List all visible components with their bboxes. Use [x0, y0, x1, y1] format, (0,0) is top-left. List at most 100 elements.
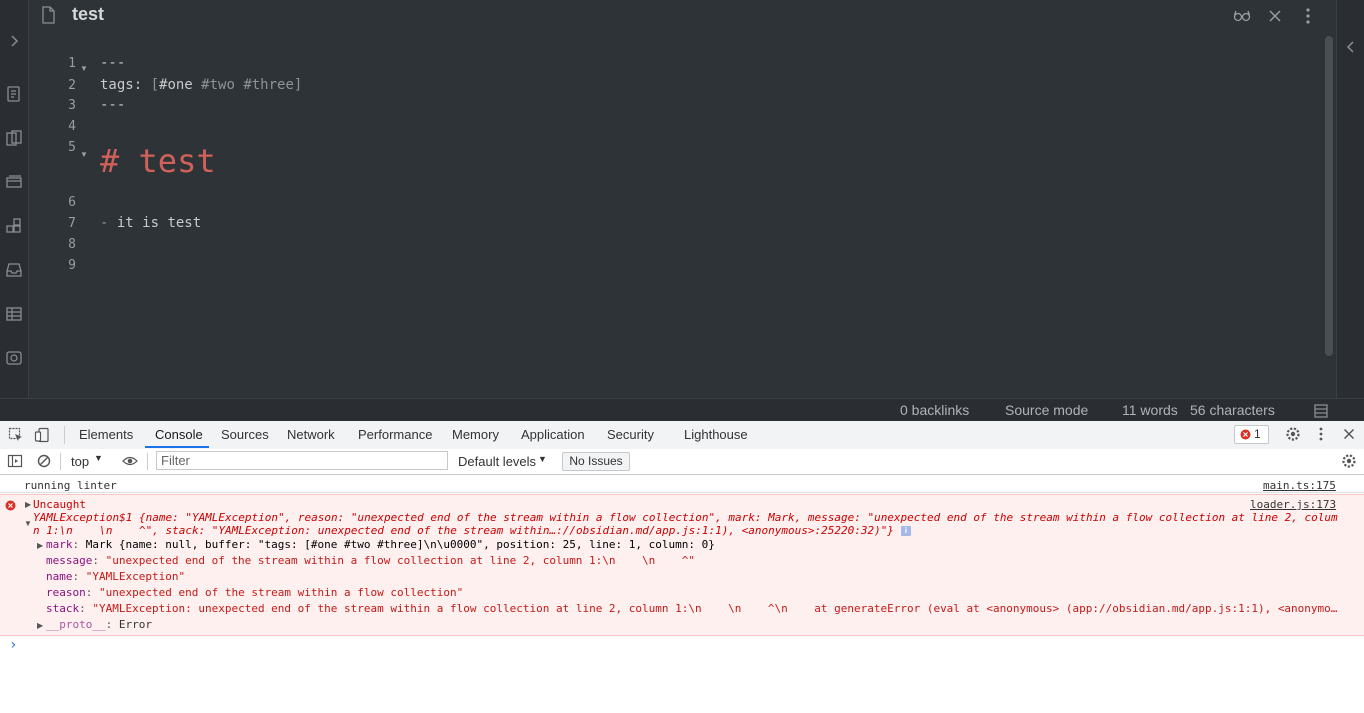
tab-performance[interactable]: Performance — [358, 427, 432, 442]
line-number: 3 — [68, 98, 76, 113]
expand-arrow-icon[interactable]: ▶ — [25, 500, 31, 509]
file-icon — [38, 5, 58, 25]
prop-message: message: "unexpected end of the stream w… — [46, 554, 696, 567]
tab-elements[interactable]: Elements — [79, 427, 133, 442]
editor-pane[interactable] — [29, 0, 1335, 398]
error-header: Uncaught — [33, 498, 86, 511]
reading-view-icon[interactable] — [1232, 6, 1252, 26]
note-title: test — [72, 4, 105, 24]
bullet-text: it is test — [108, 215, 202, 231]
editor-scrollbar[interactable] — [1325, 36, 1333, 356]
prop-value: "unexpected end of the stream within a f… — [105, 554, 696, 567]
tag-three: #three — [234, 77, 294, 93]
prop-key: reason — [46, 586, 86, 599]
settings-gear-icon[interactable] — [1285, 426, 1301, 442]
bracket: [ — [150, 77, 160, 93]
expand-sidebar-icon[interactable] — [5, 32, 23, 50]
prop-value: "YAMLException" — [85, 570, 186, 583]
context-selector[interactable]: top — [71, 454, 89, 469]
tags-key: tags: — [100, 77, 151, 93]
prop-name: name: "YAMLException" — [46, 570, 186, 583]
open-file-icon[interactable] — [5, 85, 23, 103]
status-bar: 0 backlinks Source mode 11 words 56 char… — [0, 398, 1364, 422]
sidebar-toggle-icon[interactable] — [7, 453, 23, 469]
tag-two: #two — [192, 77, 235, 93]
frontmatter-delimiter: --- — [100, 55, 126, 71]
inspect-element-icon[interactable] — [8, 427, 24, 443]
device-toolbar-icon[interactable] — [34, 427, 50, 443]
log-levels-dropdown[interactable]: Default levels — [458, 454, 536, 469]
line-number: 7 — [68, 216, 76, 231]
info-icon[interactable]: i — [901, 526, 911, 536]
filter-input[interactable]: Filter — [156, 451, 448, 470]
line-number: 5 — [68, 140, 76, 155]
tab-console[interactable]: Console — [155, 427, 203, 442]
expand-arrow-icon[interactable]: ▶ — [37, 621, 43, 630]
error-circle-icon — [5, 498, 16, 511]
log-source-link[interactable]: main.ts:175 — [1263, 479, 1336, 492]
tab-lighthouse[interactable]: Lighthouse — [684, 427, 748, 442]
frontmatter-delimiter: --- — [100, 97, 126, 113]
plugins-icon[interactable] — [5, 217, 23, 235]
chevron-down-icon[interactable]: ▼ — [94, 453, 103, 463]
line-number: 9 — [68, 258, 76, 273]
prop-key: stack — [46, 602, 80, 615]
layout-icon[interactable] — [1313, 403, 1329, 419]
line-number: 1 — [68, 56, 76, 71]
error-summary-line: n 1:\n \n ^", stack: "YAMLException: une… — [33, 524, 894, 537]
tag-one: #one — [159, 77, 193, 93]
clear-console-icon[interactable] — [36, 453, 52, 469]
chevron-down-icon[interactable]: ▼ — [538, 454, 547, 464]
console-prompt[interactable]: › — [9, 637, 17, 653]
fold-arrow-icon[interactable]: ▼ — [80, 64, 88, 73]
cards-icon[interactable] — [5, 173, 23, 191]
backlinks-count[interactable]: 0 backlinks — [900, 402, 969, 418]
bullet-line[interactable]: - it is test — [100, 215, 201, 231]
console-settings-gear-icon[interactable] — [1341, 453, 1357, 469]
console-log-message: running linter — [24, 479, 117, 492]
prop-stack: stack: "YAMLException: unexpected end of… — [46, 602, 1338, 615]
left-ribbon — [0, 0, 29, 398]
prop-value: "YAMLException: unexpected end of the st… — [92, 602, 1338, 615]
bracket: ] — [293, 77, 303, 93]
fold-arrow-icon[interactable]: ▼ — [80, 150, 88, 159]
tab-memory[interactable]: Memory — [452, 427, 499, 442]
prop-proto[interactable]: __proto__: Error — [46, 618, 152, 631]
prop-mark[interactable]: mark: Mark {name: null, buffer: "tags: [… — [46, 538, 715, 551]
tab-sources[interactable]: Sources — [221, 427, 269, 442]
heading-line[interactable]: # test — [100, 142, 216, 180]
terminal-icon[interactable] — [5, 349, 23, 367]
issues-button[interactable]: No Issues — [562, 452, 630, 471]
prop-value: Mark {name: null, buffer: "tags: [#one #… — [85, 538, 715, 551]
close-icon[interactable] — [1265, 6, 1285, 26]
error-count: 1 — [1254, 427, 1261, 441]
copy-files-icon[interactable] — [5, 129, 23, 147]
line-number: 2 — [68, 78, 76, 93]
tab-network[interactable]: Network — [287, 427, 335, 442]
tab-application[interactable]: Application — [521, 427, 585, 442]
character-count: 56 characters — [1190, 402, 1275, 418]
inbox-icon[interactable] — [5, 261, 23, 279]
prop-key: message — [46, 554, 93, 567]
error-count-badge[interactable]: 1 — [1234, 425, 1269, 444]
more-options-icon[interactable] — [1298, 6, 1318, 26]
editor-mode[interactable]: Source mode — [1005, 402, 1088, 418]
tab-security[interactable]: Security — [607, 427, 654, 442]
prop-key: mark — [46, 538, 73, 551]
customize-menu-icon[interactable] — [1313, 426, 1329, 442]
error-summary-line: YAMLException$1 {name: "YAMLException", … — [33, 511, 1338, 524]
expand-arrow-icon[interactable]: ▶ — [37, 541, 43, 550]
expand-right-sidebar-icon[interactable] — [1342, 38, 1360, 56]
prop-key: __proto__ — [46, 618, 106, 631]
prop-value: "unexpected end of the stream within a f… — [99, 586, 464, 599]
table-icon[interactable] — [5, 305, 23, 323]
prop-key: name — [46, 570, 73, 583]
live-expression-eye-icon[interactable] — [122, 453, 138, 469]
line-number: 4 — [68, 119, 76, 134]
error-source-link[interactable]: loader.js:173 — [1250, 498, 1336, 511]
prop-reason: reason: "unexpected end of the stream wi… — [46, 586, 464, 599]
close-devtools-icon[interactable] — [1341, 426, 1357, 442]
filter-placeholder: Filter — [161, 453, 190, 468]
frontmatter-tags-line[interactable]: tags: [#one #two #three] — [100, 77, 302, 93]
collapse-arrow-icon[interactable]: ▼ — [24, 519, 32, 528]
